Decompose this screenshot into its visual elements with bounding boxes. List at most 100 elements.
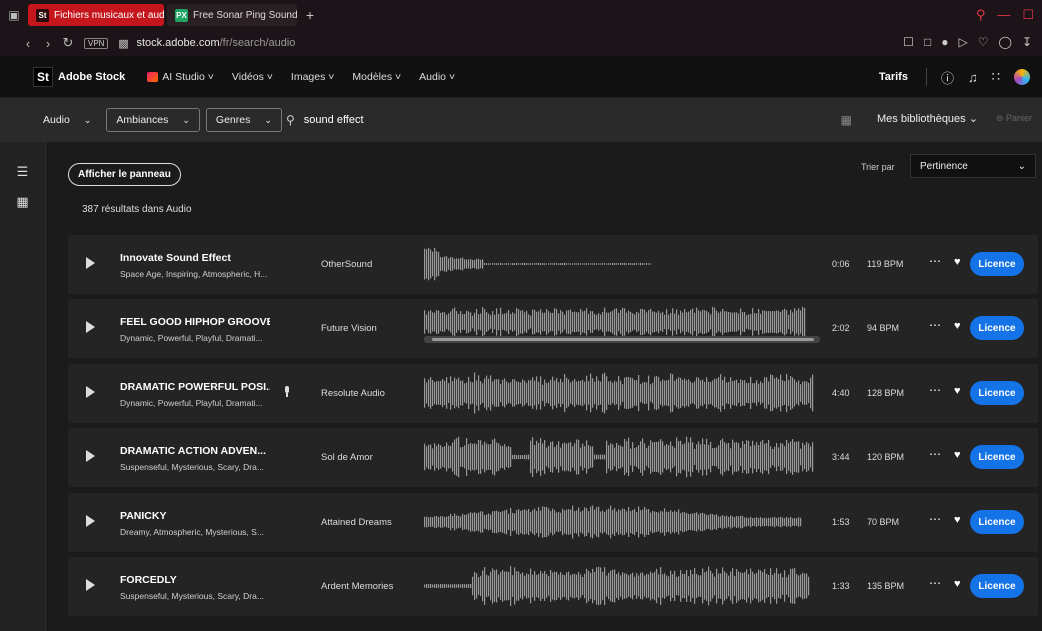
vpn-badge[interactable]: VPN xyxy=(84,37,109,49)
track-title[interactable]: Innovate Sound Effect xyxy=(120,252,270,264)
track-row[interactable]: Innovate Sound Effect Space Age, Inspirin… xyxy=(68,235,1038,294)
back-icon[interactable]: ‹ xyxy=(18,36,38,51)
license-button[interactable]: Licence xyxy=(970,316,1024,340)
track-row[interactable]: FEEL GOOD HIPHOP GROOVE Dynamic, Powerful… xyxy=(68,299,1038,358)
lock-icon[interactable]: ▩ xyxy=(116,37,130,50)
search-input[interactable]: ⚲ sound effect ▦ xyxy=(282,106,858,134)
heart-icon[interactable]: ♥ xyxy=(954,578,961,590)
nav-videos[interactable]: Vidéos ˅ xyxy=(232,71,273,83)
track-title[interactable]: DRAMATIC ACTION ADVEN... xyxy=(120,445,270,457)
new-tab-icon[interactable]: + xyxy=(300,5,320,25)
waveform[interactable] xyxy=(424,305,816,351)
genres-dropdown[interactable]: Genres ⌄ xyxy=(205,108,282,132)
minimize-icon[interactable]: — xyxy=(997,7,1010,23)
adobe-stock-logo[interactable]: St Adobe Stock xyxy=(33,66,125,87)
extensions-icon[interactable]: ◯ xyxy=(999,35,1012,49)
play-icon[interactable] xyxy=(86,579,95,591)
help-icon[interactable]: ⓘ xyxy=(941,68,954,87)
sort-select[interactable]: Pertinence ⌄ xyxy=(910,154,1036,178)
more-options-icon[interactable]: ⋯ xyxy=(929,512,941,526)
apps-grid-icon[interactable]: ∷ xyxy=(992,69,1000,85)
play-icon[interactable] xyxy=(86,515,95,527)
track-row[interactable]: DRAMATIC POWERFUL POSI... Dynamic, Powerf… xyxy=(68,364,1038,423)
license-button[interactable]: Licence xyxy=(970,445,1024,469)
heart-icon[interactable]: ♥ xyxy=(954,320,961,332)
cart-label: Panier xyxy=(1005,113,1032,123)
pricing-link[interactable]: Tarifs xyxy=(879,71,908,83)
heart-icon[interactable]: ♡ xyxy=(978,35,989,49)
heart-icon[interactable]: ♥ xyxy=(954,385,961,397)
track-artist[interactable]: Sol de Amor xyxy=(321,452,411,463)
waveform[interactable] xyxy=(424,499,816,545)
sidebar-toggle-icon[interactable]: ▣ xyxy=(0,0,28,30)
track-title[interactable]: DRAMATIC POWERFUL POSI... xyxy=(120,381,270,393)
license-button[interactable]: Licence xyxy=(970,381,1024,405)
bookmark-icon[interactable]: ☐ xyxy=(903,35,914,49)
browser-tab[interactable]: PX Free Sonar Ping Sound Effects xyxy=(167,4,297,26)
visual-search-icon[interactable]: ▦ xyxy=(841,113,852,127)
maximize-icon[interactable]: ☐ xyxy=(1022,7,1034,23)
track-duration: 3:44 xyxy=(832,452,850,462)
license-button[interactable]: Licence xyxy=(970,252,1024,276)
forward-icon[interactable]: › xyxy=(38,36,58,51)
reload-icon[interactable]: ↻ xyxy=(58,35,78,51)
shield-icon[interactable]: ● xyxy=(941,35,948,49)
ambiances-dropdown[interactable]: Ambiances ⌄ xyxy=(106,108,200,132)
license-button[interactable]: Licence xyxy=(970,574,1024,598)
search-icon[interactable]: ⚲ xyxy=(976,7,986,23)
more-options-icon[interactable]: ⋯ xyxy=(929,254,941,268)
track-title[interactable]: FORCEDLY xyxy=(120,574,270,586)
libraries-dropdown[interactable]: Mes bibliothèques ⌄ xyxy=(877,112,978,125)
more-options-icon[interactable]: ⋯ xyxy=(929,576,941,590)
track-title[interactable]: PANICKY xyxy=(120,510,270,522)
waveform[interactable] xyxy=(424,434,816,480)
track-artist[interactable]: Ardent Memories xyxy=(321,581,411,592)
play-icon[interactable] xyxy=(86,450,95,462)
track-duration: 2:02 xyxy=(832,323,850,333)
nav-templates[interactable]: Modèles ˅ xyxy=(352,71,401,83)
waveform-scrollbar[interactable] xyxy=(424,336,820,343)
url-field[interactable]: stock.adobe.com/fr/search/audio xyxy=(136,37,295,49)
notifications-bell-icon[interactable]: ♫ xyxy=(968,70,978,85)
track-row[interactable]: PANICKY Dreamy, Atmospheric, Mysterious, … xyxy=(68,493,1038,552)
nav-ai-studio[interactable]: AI Studio ˅ xyxy=(147,71,214,83)
track-row[interactable]: FORCEDLY Suspenseful, Mysterious, Scary, … xyxy=(68,557,1038,616)
track-title[interactable]: FEEL GOOD HIPHOP GROOVE xyxy=(120,316,270,328)
heart-icon[interactable]: ♥ xyxy=(954,256,961,268)
track-artist[interactable]: Attained Dreams xyxy=(321,517,411,528)
track-artist[interactable]: OtherSound xyxy=(321,259,411,270)
sort-value: Pertinence xyxy=(920,160,968,172)
find-similar-icon[interactable]: ▦ xyxy=(0,194,45,210)
filters-icon[interactable]: ☰ xyxy=(0,164,45,180)
browser-tab-active[interactable]: St Fichiers musicaux et audio xyxy=(28,4,164,26)
cart-button[interactable]: ⊜ Panier xyxy=(996,113,1032,124)
download-icon[interactable]: ↧ xyxy=(1022,35,1032,49)
chevron-down-icon: ⌄ xyxy=(1017,160,1026,172)
show-panel-button[interactable]: Afficher le panneau xyxy=(68,163,181,186)
nav-audio[interactable]: Audio ˅ xyxy=(419,71,455,83)
more-options-icon[interactable]: ⋯ xyxy=(929,383,941,397)
track-tags: Dreamy, Atmospheric, Mysterious, S... xyxy=(120,527,264,537)
nav-images[interactable]: Images ˅ xyxy=(291,71,335,83)
nav-label: Modèles xyxy=(352,70,393,83)
play-icon[interactable] xyxy=(86,386,95,398)
waveform[interactable] xyxy=(424,241,816,287)
play-icon[interactable] xyxy=(86,257,95,269)
scope-dropdown[interactable]: Audio ⌄ xyxy=(34,108,100,132)
heart-icon[interactable]: ♥ xyxy=(954,449,961,461)
track-row[interactable]: DRAMATIC ACTION ADVEN... Suspenseful, Mys… xyxy=(68,428,1038,487)
nav-label: Vidéos xyxy=(231,70,264,83)
snapshot-icon[interactable]: □ xyxy=(924,35,931,49)
more-options-icon[interactable]: ⋯ xyxy=(929,447,941,461)
track-artist[interactable]: Resolute Audio xyxy=(321,388,411,399)
avatar[interactable] xyxy=(1014,69,1030,85)
license-button[interactable]: Licence xyxy=(970,510,1024,534)
waveform[interactable] xyxy=(424,563,816,609)
logo-badge: St xyxy=(33,66,53,87)
more-options-icon[interactable]: ⋯ xyxy=(929,318,941,332)
play-icon[interactable] xyxy=(86,321,95,333)
heart-icon[interactable]: ♥ xyxy=(954,514,961,526)
waveform[interactable] xyxy=(424,370,816,416)
track-artist[interactable]: Future Vision xyxy=(321,323,411,334)
play-icon[interactable]: ▷ xyxy=(959,35,968,49)
